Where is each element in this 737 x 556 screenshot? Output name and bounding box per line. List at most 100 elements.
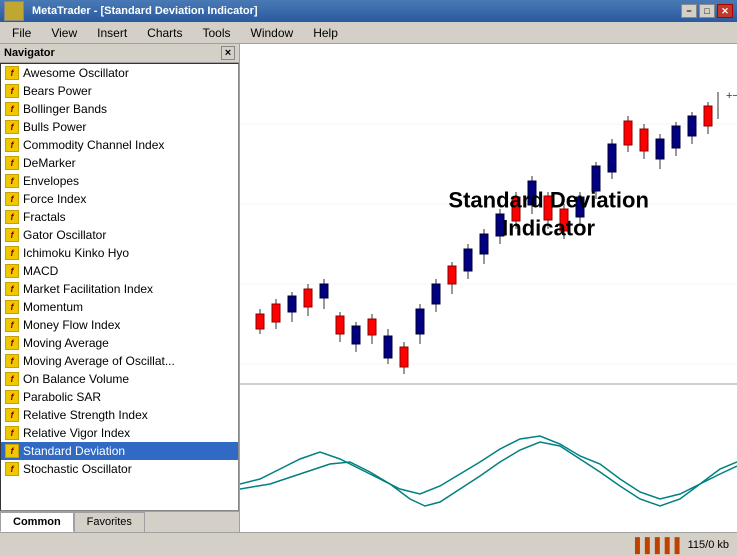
nav-item[interactable]: f Awesome Oscillator (1, 64, 238, 82)
indicator-icon: f (5, 354, 19, 368)
nav-item[interactable]: f Relative Strength Index (1, 406, 238, 424)
status-chart-icon: ▐▐▐▐▐ (630, 537, 680, 553)
nav-item[interactable]: f Envelopes (1, 172, 238, 190)
nav-item[interactable]: f Bulls Power (1, 118, 238, 136)
nav-item-label: Commodity Channel Index (23, 138, 164, 152)
close-button[interactable]: ✕ (717, 4, 733, 18)
nav-item-label: Money Flow Index (23, 318, 120, 332)
navigator-panel: Navigator × f Awesome Oscillator f Bears Po… (0, 44, 240, 532)
menu-charts[interactable]: Charts (139, 24, 190, 42)
nav-item-label: Standard Deviation (23, 444, 125, 458)
nav-item-label: Fractals (23, 210, 66, 224)
nav-item[interactable]: f MACD (1, 262, 238, 280)
window-title: MetaTrader - [Standard Deviation Indicat… (32, 5, 258, 17)
tab-common[interactable]: Common (0, 512, 74, 532)
nav-item-label: Bulls Power (23, 120, 86, 134)
nav-item-label: Envelopes (23, 174, 79, 188)
nav-item-label: Moving Average (23, 336, 109, 350)
nav-item-label: Relative Vigor Index (23, 426, 130, 440)
chart-svg: +−− (240, 44, 737, 532)
nav-item-label: DeMarker (23, 156, 76, 170)
indicator-icon: f (5, 120, 19, 134)
nav-item-label: Bollinger Bands (23, 102, 107, 116)
menu-window[interactable]: Window (243, 24, 302, 42)
nav-item-label: Ichimoku Kinko Hyo (23, 246, 129, 260)
indicator-icon: f (5, 426, 19, 440)
navigator-tabs: Common Favorites (0, 511, 239, 532)
navigator-title: Navigator (4, 47, 55, 59)
nav-item[interactable]: f DeMarker (1, 154, 238, 172)
status-text: 115/0 kb (688, 539, 729, 551)
indicator-icon: f (5, 84, 19, 98)
title-bar-left: MetaTrader - [Standard Deviation Indicat… (4, 1, 258, 21)
nav-item[interactable]: f Bollinger Bands (1, 100, 238, 118)
menu-tools[interactable]: Tools (195, 24, 239, 42)
indicator-icon: f (5, 192, 19, 206)
navigator-list[interactable]: f Awesome Oscillator f Bears Power f Bollinge… (0, 63, 239, 511)
nav-item[interactable]: f Moving Average (1, 334, 238, 352)
nav-item[interactable]: f Market Facilitation Index (1, 280, 238, 298)
navigator-close-button[interactable]: × (221, 46, 235, 60)
nav-item-label: On Balance Volume (23, 372, 129, 386)
main-layout: Navigator × f Awesome Oscillator f Bears Po… (0, 44, 737, 532)
nav-item[interactable]: f On Balance Volume (1, 370, 238, 388)
nav-item[interactable]: f Stochastic Oscillator (1, 460, 238, 478)
nav-item[interactable]: f Relative Vigor Index (1, 424, 238, 442)
nav-item-label: Market Facilitation Index (23, 282, 153, 296)
nav-item-label: MACD (23, 264, 58, 278)
nav-item[interactable]: f Ichimoku Kinko Hyo (1, 244, 238, 262)
nav-item-label: Awesome Oscillator (23, 66, 129, 80)
nav-item-label: Bears Power (23, 84, 92, 98)
nav-item[interactable]: f Standard Deviation (1, 442, 238, 460)
navigator-header: Navigator × (0, 44, 239, 63)
nav-item[interactable]: f Fractals (1, 208, 238, 226)
nav-item[interactable]: f Commodity Channel Index (1, 136, 238, 154)
indicator-icon: f (5, 174, 19, 188)
nav-item[interactable]: f Parabolic SAR (1, 388, 238, 406)
indicator-icon: f (5, 102, 19, 116)
nav-item[interactable]: f Momentum (1, 298, 238, 316)
minimize-button[interactable]: − (681, 4, 697, 18)
indicator-icon: f (5, 318, 19, 332)
indicator-icon: f (5, 300, 19, 314)
indicator-icon: f (5, 228, 19, 242)
tab-favorites[interactable]: Favorites (74, 512, 145, 532)
app-icon (4, 1, 24, 21)
menu-help[interactable]: Help (305, 24, 346, 42)
nav-item-label: Stochastic Oscillator (23, 462, 132, 476)
chart-area: +−− Standard DeviationIndicator (240, 44, 737, 532)
maximize-button[interactable]: □ (699, 4, 715, 18)
nav-item-label: Parabolic SAR (23, 390, 101, 404)
status-bar: ▐▐▐▐▐ 115/0 kb (0, 532, 737, 556)
title-bar-controls[interactable]: − □ ✕ (681, 4, 733, 18)
indicator-icon: f (5, 264, 19, 278)
indicator-icon: f (5, 138, 19, 152)
menu-insert[interactable]: Insert (89, 24, 135, 42)
nav-item-label: Moving Average of Oscillat... (23, 354, 175, 368)
indicator-icon: f (5, 408, 19, 422)
nav-item-label: Gator Oscillator (23, 228, 106, 242)
nav-item-label: Force Index (23, 192, 86, 206)
svg-text:+−−: +−− (726, 90, 737, 102)
menu-file[interactable]: File (4, 24, 39, 42)
indicator-icon: f (5, 282, 19, 296)
indicator-icon: f (5, 156, 19, 170)
indicator-icon: f (5, 336, 19, 350)
nav-item[interactable]: f Money Flow Index (1, 316, 238, 334)
indicator-icon: f (5, 462, 19, 476)
nav-item[interactable]: f Gator Oscillator (1, 226, 238, 244)
indicator-icon: f (5, 372, 19, 386)
indicator-icon: f (5, 390, 19, 404)
indicator-icon: f (5, 246, 19, 260)
nav-item-label: Relative Strength Index (23, 408, 148, 422)
nav-item-label: Momentum (23, 300, 83, 314)
indicator-icon: f (5, 210, 19, 224)
menu-view[interactable]: View (43, 24, 85, 42)
indicator-icon: f (5, 444, 19, 458)
nav-item[interactable]: f Bears Power (1, 82, 238, 100)
indicator-icon: f (5, 66, 19, 80)
menu-bar: File View Insert Charts Tools Window Hel… (0, 22, 737, 44)
title-bar: MetaTrader - [Standard Deviation Indicat… (0, 0, 737, 22)
nav-item[interactable]: f Force Index (1, 190, 238, 208)
nav-item[interactable]: f Moving Average of Oscillat... (1, 352, 238, 370)
